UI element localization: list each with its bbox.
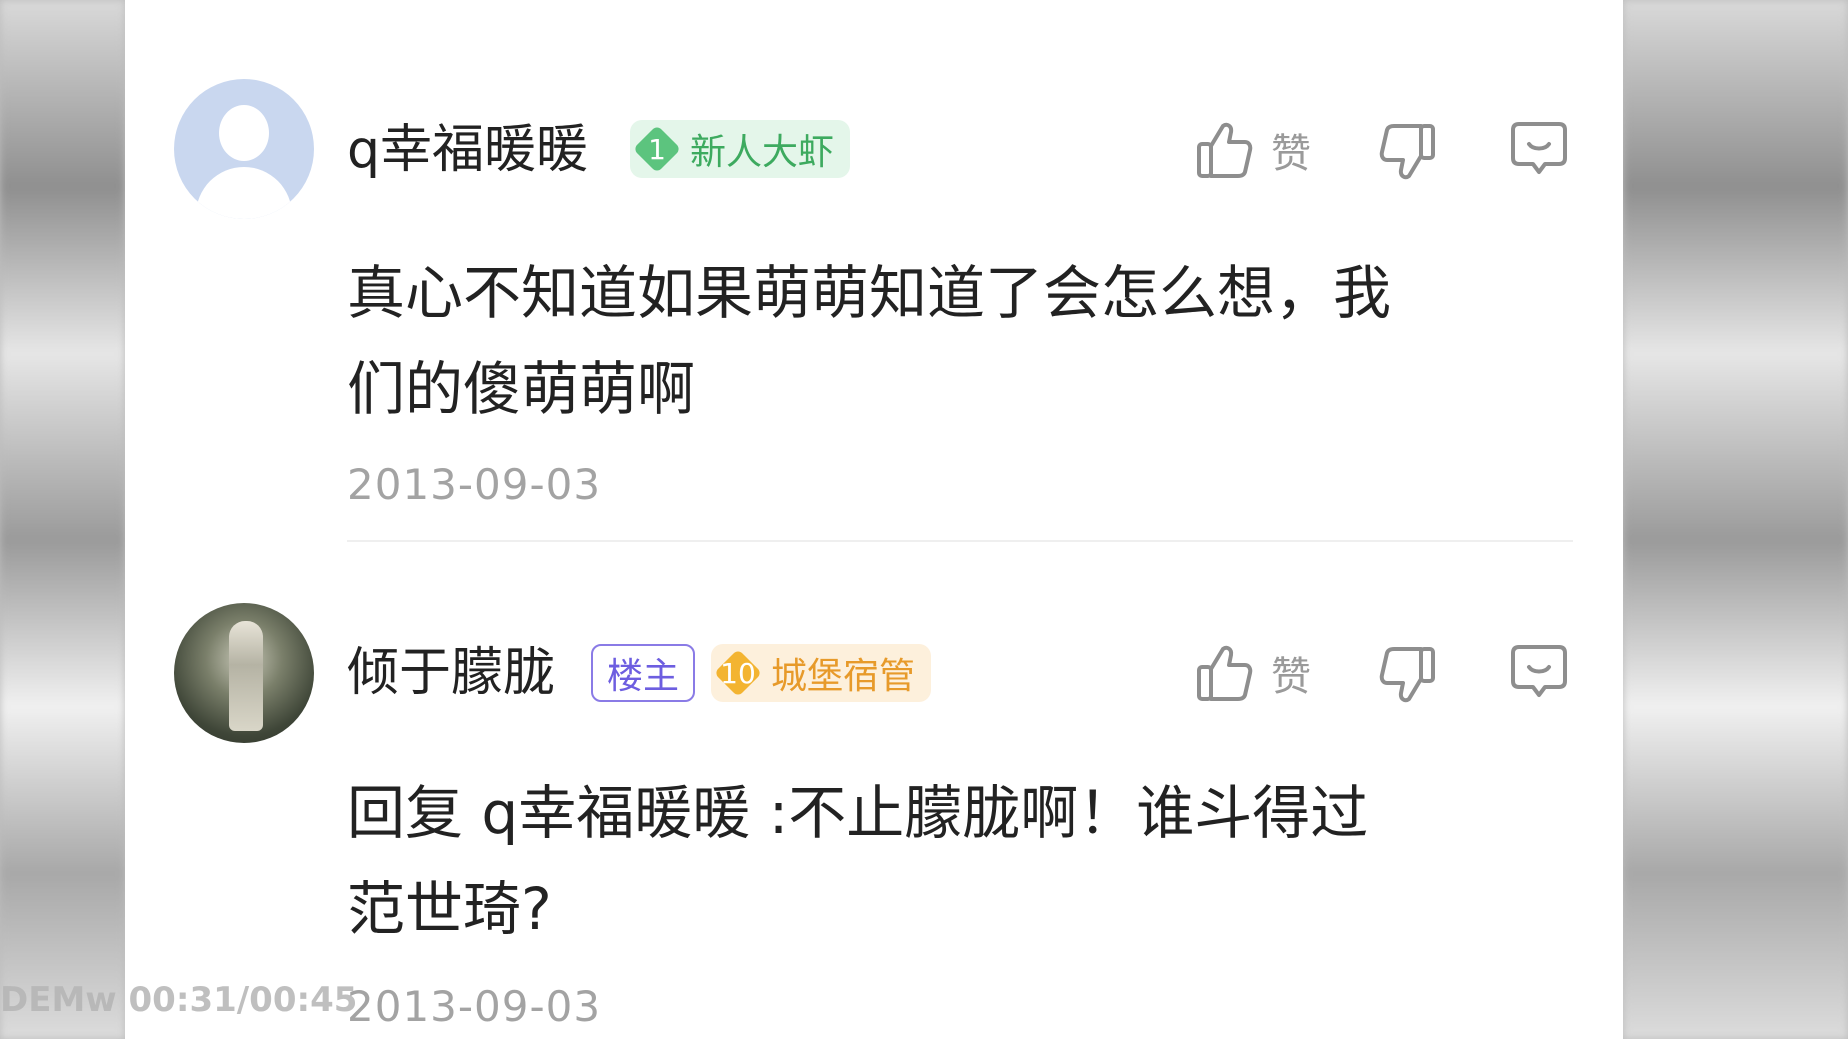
reply-bubble-icon: [1511, 645, 1567, 697]
like-label: 赞: [1271, 654, 1311, 700]
level-diamond-icon: 1: [634, 126, 680, 172]
level-title: 新人大虾: [690, 132, 835, 173]
owner-badge: 楼主: [591, 644, 696, 702]
username[interactable]: q幸福暖暖: [347, 120, 588, 180]
avatar[interactable]: [174, 603, 314, 743]
blurred-background-left: [0, 0, 125, 1039]
thumbs-up-icon: [1197, 645, 1253, 701]
blurred-background-right: [1623, 0, 1848, 1039]
level-badge: 1 新人大虾: [630, 120, 851, 178]
comment-panel: q幸福暖暖 1 新人大虾 赞 真心不知道如果萌萌知道了会怎么想，我们的傻萌萌啊: [125, 0, 1623, 1039]
comment-date: 2013-09-03: [347, 982, 602, 1031]
thumbs-down-icon: [1379, 124, 1435, 180]
comment-text: 回复 q幸福暖暖 :不止朦胧啊！谁斗得过范世琦?: [347, 779, 1369, 943]
reply-bubble-icon: [1511, 122, 1567, 174]
thumbs-up-icon: [1197, 122, 1253, 178]
dislike-button[interactable]: [1379, 122, 1437, 182]
level-title: 城堡宿管: [771, 656, 916, 697]
thumbs-down-icon: [1379, 647, 1435, 703]
level-badge: 10 城堡宿管: [711, 644, 932, 702]
level-diamond-icon: 10: [715, 650, 761, 696]
comment-date: 2013-09-03: [347, 460, 602, 509]
like-label: 赞: [1271, 131, 1311, 177]
video-timestamp-watermark: DEMw 00:31/00:45: [0, 980, 358, 1020]
reply-button[interactable]: [1509, 120, 1569, 180]
dislike-button[interactable]: [1379, 645, 1437, 705]
username[interactable]: 倾于朦胧: [347, 643, 555, 703]
reply-button[interactable]: [1509, 643, 1569, 703]
avatar[interactable]: [174, 79, 314, 219]
like-button[interactable]: 赞: [1195, 120, 1311, 180]
divider: [347, 540, 1573, 542]
like-button[interactable]: 赞: [1195, 643, 1311, 703]
comment-text: 真心不知道如果萌萌知道了会怎么想，我们的傻萌萌啊: [347, 259, 1392, 423]
